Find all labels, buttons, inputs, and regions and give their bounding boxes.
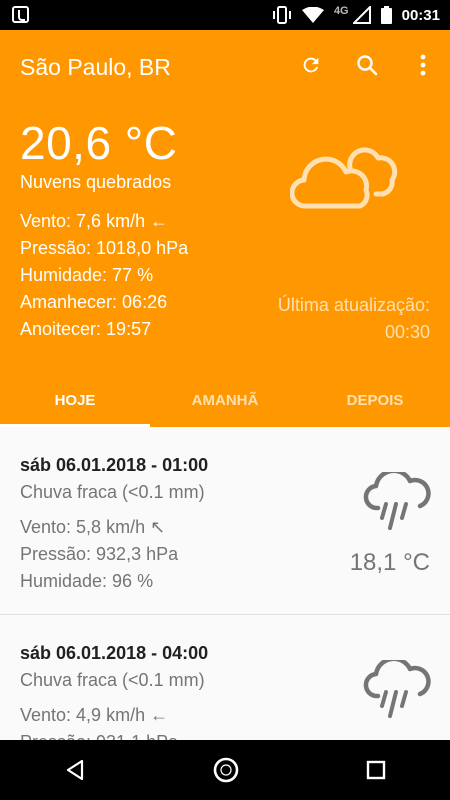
forecast-condition: Chuva fraca (<0.1 mm) [20, 670, 205, 690]
network-type-label: 4G [333, 5, 349, 17]
forecast-date: sáb 06.01.2018 - 01:00 [20, 455, 209, 475]
city-title: São Paulo, BR [20, 54, 171, 80]
forecast-pressure: Pressão: 932,3 hPa [20, 544, 179, 564]
forecast-wind: Vento: 4,9 km/h ← [20, 705, 169, 725]
battery-icon [380, 6, 392, 24]
current-weather-header: São Paulo, BR 20,6 °C Nuvens quebrados V… [0, 30, 450, 427]
refresh-icon[interactable] [298, 52, 324, 78]
notification-icon [12, 6, 29, 23]
tab-today[interactable]: HOJE [0, 382, 150, 427]
last-update-time: 00:30 [384, 322, 430, 342]
forecast-item[interactable]: sáb 06.01.2018 - 01:00 Chuva fraca (<0.1… [0, 427, 450, 614]
wifi-icon [301, 6, 324, 23]
sunset-value: Anoitecer: 19:57 [20, 319, 152, 339]
forecast-tabs: HOJE AMANHÃ DEPOIS [0, 382, 450, 427]
forecast-details: Vento: 4,9 km/h ← Pressão: 931,1 hPa [20, 702, 178, 740]
last-update-label: Última atualização: [277, 295, 430, 315]
forecast-item[interactable]: sáb 06.01.2018 - 04:00 Chuva fraca (<0.1… [0, 614, 450, 740]
status-bar: 4G 00:31 [0, 0, 450, 30]
last-update: Última atualização: 00:30 [278, 292, 430, 346]
forecast-pressure: Pressão: 931,1 hPa [20, 729, 178, 740]
home-icon[interactable] [212, 756, 240, 784]
wind-value: Vento: 7,6 km/h ← [20, 211, 169, 231]
more-vert-icon[interactable] [410, 52, 436, 78]
forecast-temperature: 18,1 °C [349, 549, 430, 576]
rain-icon [363, 660, 431, 718]
forecast-humidity: Humidade: 96 % [20, 571, 154, 591]
weather-description: Nuvens quebrados [20, 172, 172, 192]
forecast-date: sáb 06.01.2018 - 04:00 [20, 643, 209, 663]
signal-icon [352, 6, 371, 24]
tab-tomorrow[interactable]: AMANHÃ [150, 382, 300, 427]
current-temperature: 20,6 °C [20, 117, 178, 169]
back-icon[interactable] [63, 758, 87, 782]
forecast-list[interactable]: sáb 06.01.2018 - 01:00 Chuva fraca (<0.1… [0, 427, 450, 740]
vibrate-icon [272, 6, 291, 24]
rain-icon [363, 472, 431, 530]
navigation-bar [0, 740, 450, 800]
forecast-condition: Chuva fraca (<0.1 mm) [20, 482, 205, 502]
recents-icon[interactable] [365, 759, 387, 781]
pressure-value: Pressão: 1018,0 hPa [20, 238, 189, 258]
weather-details: Vento: 7,6 km/h ← Pressão: 1018,0 hPa Hu… [20, 208, 188, 343]
toolbar [298, 52, 436, 78]
humidity-value: Humidade: 77 % [20, 265, 154, 285]
forecast-details: Vento: 5,8 km/h ↖ Pressão: 932,3 hPa Hum… [20, 514, 178, 595]
forecast-wind: Vento: 5,8 km/h ↖ [20, 517, 166, 537]
search-icon[interactable] [354, 52, 380, 78]
sunrise-value: Amanhecer: 06:26 [20, 292, 168, 312]
broken-clouds-icon [290, 147, 398, 209]
tab-later[interactable]: DEPOIS [300, 382, 450, 427]
clock: 00:31 [401, 6, 440, 24]
